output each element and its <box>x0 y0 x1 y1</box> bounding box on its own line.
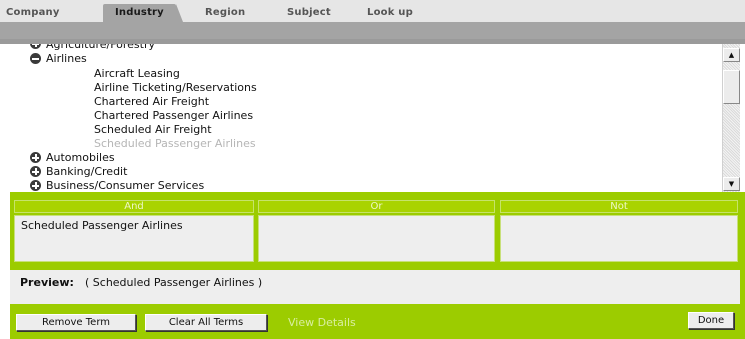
collapse-icon[interactable] <box>30 53 41 64</box>
preview-panel: Preview: ( Scheduled Passenger Airlines … <box>10 270 740 304</box>
or-terms-box[interactable] <box>258 215 495 262</box>
and-terms-box[interactable]: Scheduled Passenger Airlines <box>14 215 254 262</box>
or-column-header: Or <box>258 200 495 213</box>
tree-item-label: Airlines <box>46 52 87 65</box>
expand-icon[interactable] <box>30 44 41 49</box>
tree-item-aircraft-leasing[interactable]: Aircraft Leasing <box>94 67 180 81</box>
and-column-header: And <box>14 200 254 213</box>
done-button[interactable]: Done <box>688 312 734 329</box>
industry-tree: Agriculture/Forestry Airlines Aircraft L… <box>10 44 735 192</box>
scroll-thumb[interactable] <box>723 70 740 104</box>
or-term <box>259 216 494 222</box>
clear-all-terms-button[interactable]: Clear All Terms <box>145 314 267 331</box>
tab-industry[interactable]: Industry <box>103 4 183 22</box>
tree-item-label: Business/Consumer Services <box>46 179 205 192</box>
tree-item-scheduled-passenger: Scheduled Passenger Airlines <box>94 137 256 150</box>
and-term[interactable]: Scheduled Passenger Airlines <box>15 216 253 235</box>
scroll-up-icon[interactable]: ▲ <box>723 48 740 62</box>
tree-item-chartered-passenger[interactable]: Chartered Passenger Airlines <box>94 109 253 123</box>
expand-icon[interactable] <box>30 180 41 191</box>
not-term <box>501 216 737 222</box>
tab-company[interactable]: Company <box>6 6 60 22</box>
tree-scrollbar[interactable]: ▲ ▼ <box>722 44 740 192</box>
header-bar <box>0 22 745 44</box>
expand-icon[interactable] <box>30 166 41 177</box>
not-terms-box[interactable] <box>500 215 738 262</box>
expand-icon[interactable] <box>30 152 41 163</box>
tree-item-scheduled-air-freight[interactable]: Scheduled Air Freight <box>94 123 212 137</box>
scroll-down-icon[interactable]: ▼ <box>723 177 740 191</box>
tree-item-label: Automobiles <box>46 151 115 164</box>
preview-label: Preview: <box>20 276 74 289</box>
remove-term-button[interactable]: Remove Term <box>16 314 136 331</box>
tree-item-label: Banking/Credit <box>46 165 128 178</box>
tab-bar: Company Industry Region Subject Look up <box>0 0 745 22</box>
not-column-header: Not <box>500 200 738 213</box>
preview-value: ( Scheduled Passenger Airlines ) <box>85 276 263 289</box>
tab-region[interactable]: Region <box>205 6 245 22</box>
tab-look-up[interactable]: Look up <box>367 6 413 22</box>
tree-item-chartered-air-freight[interactable]: Chartered Air Freight <box>94 95 209 109</box>
view-details-link: View Details <box>288 316 356 329</box>
tree-item-label: Agriculture/Forestry <box>46 44 155 51</box>
tree-item-airline-ticketing[interactable]: Airline Ticketing/Reservations <box>94 81 257 95</box>
tab-subject[interactable]: Subject <box>287 6 331 22</box>
